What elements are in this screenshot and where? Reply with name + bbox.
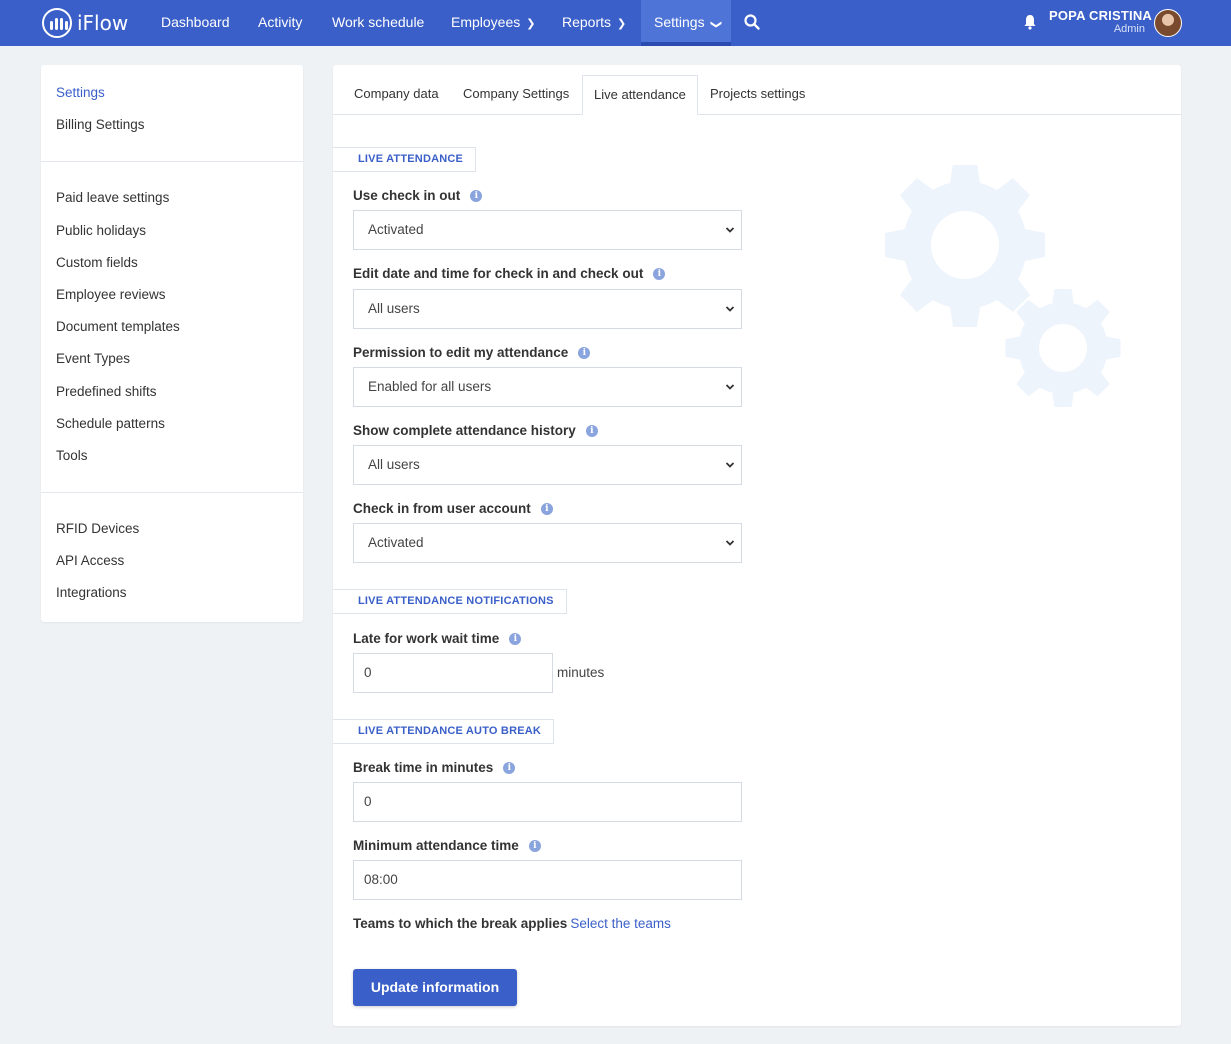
- sidebar-item-paid-leave[interactable]: Paid leave settings: [56, 190, 169, 205]
- bell-icon[interactable]: [1022, 13, 1038, 31]
- edit-date-time-select[interactable]: All users: [353, 289, 742, 329]
- late-wait-time-input[interactable]: 0: [353, 653, 553, 693]
- teams-break-label: Teams to which the break applies: [353, 916, 568, 931]
- section-live-attendance-auto-break: LIVE ATTENDANCE AUTO BREAK: [333, 719, 555, 744]
- sidebar-item-event-types[interactable]: Event Types: [56, 351, 130, 366]
- chevron-down-icon: [725, 306, 735, 312]
- late-wait-time-label: Late for work wait time: [353, 631, 500, 646]
- settings-panel: Company data Company Settings Live atten…: [333, 65, 1181, 1026]
- info-icon[interactable]: i: [470, 189, 483, 202]
- nav-employees[interactable]: Employees ❯: [451, 0, 535, 46]
- update-information-button[interactable]: Update information: [353, 969, 517, 1006]
- break-time-input[interactable]: 0: [353, 782, 742, 822]
- permission-edit-value: Enabled for all users: [368, 379, 492, 394]
- field-label-use-check-in-out: Use check in out i: [353, 188, 483, 203]
- field-label-permission-edit: Permission to edit my attendance i: [353, 345, 591, 360]
- edit-date-time-value: All users: [368, 301, 420, 316]
- field-label-show-history: Show complete attendance history i: [353, 423, 598, 438]
- tab-company-settings[interactable]: Company Settings: [452, 75, 580, 115]
- chevron-down-icon: ❯: [709, 19, 722, 30]
- sidebar-item-api-access[interactable]: API Access: [56, 553, 124, 568]
- chevron-down-icon: [725, 462, 735, 468]
- chevron-down-icon: [725, 227, 735, 233]
- nav-activity-label: Activity: [258, 14, 303, 30]
- avatar[interactable]: [1154, 9, 1182, 37]
- nav-reports-label: Reports: [562, 14, 612, 30]
- permission-edit-select[interactable]: Enabled for all users: [353, 367, 742, 407]
- chevron-down-icon: [725, 384, 735, 390]
- sidebar-item-billing-settings[interactable]: Billing Settings: [56, 117, 145, 132]
- edit-date-time-label: Edit date and time for check in and chec…: [353, 266, 644, 281]
- tab-projects-settings[interactable]: Projects settings: [699, 75, 816, 115]
- sidebar-item-rfid-devices[interactable]: RFID Devices: [56, 521, 139, 536]
- info-icon[interactable]: i: [540, 502, 553, 515]
- info-icon[interactable]: i: [509, 632, 522, 645]
- minutes-suffix: minutes: [557, 665, 605, 680]
- sidebar-item-settings[interactable]: Settings: [56, 85, 105, 100]
- check-in-user-account-value: Activated: [368, 535, 424, 550]
- info-icon[interactable]: i: [528, 839, 541, 852]
- section-live-attendance: LIVE ATTENDANCE: [333, 147, 477, 172]
- info-icon[interactable]: i: [653, 267, 666, 280]
- field-label-late-wait-time: Late for work wait time i: [353, 631, 522, 646]
- sidebar-item-public-holidays[interactable]: Public holidays: [56, 223, 146, 238]
- nav-settings[interactable]: Settings ❯: [641, 0, 731, 46]
- sidebar-item-schedule-patterns[interactable]: Schedule patterns: [56, 416, 165, 431]
- sidebar-item-predefined-shifts[interactable]: Predefined shifts: [56, 384, 157, 399]
- app-logo[interactable]: iFlow: [42, 8, 128, 38]
- break-time-label: Break time in minutes: [353, 760, 494, 775]
- chevron-down-icon: [725, 540, 735, 546]
- use-check-in-out-label: Use check in out: [353, 188, 461, 203]
- app-name: iFlow: [77, 11, 129, 35]
- min-attendance-input[interactable]: 08:00: [353, 860, 742, 900]
- field-label-break-time: Break time in minutes i: [353, 760, 516, 775]
- nav-work-schedule[interactable]: Work schedule: [332, 0, 424, 46]
- user-role: Admin: [1113, 23, 1145, 35]
- select-teams-link[interactable]: Select the teams: [570, 916, 671, 931]
- field-label-min-attendance: Minimum attendance time i: [353, 838, 541, 853]
- field-label-edit-date-time: Edit date and time for check in and chec…: [353, 266, 666, 281]
- sidebar-item-document-templates[interactable]: Document templates: [56, 319, 180, 334]
- use-check-in-out-value: Activated: [368, 222, 424, 237]
- show-history-value: All users: [368, 457, 420, 472]
- permission-edit-label: Permission to edit my attendance: [353, 345, 569, 360]
- show-history-select[interactable]: All users: [353, 445, 742, 485]
- info-icon[interactable]: i: [578, 346, 591, 359]
- tab-company-data[interactable]: Company data: [343, 75, 450, 115]
- sidebar-divider: [41, 161, 303, 162]
- nav-employees-label: Employees: [451, 14, 521, 30]
- show-history-label: Show complete attendance history: [353, 423, 576, 438]
- settings-sidebar: Settings Billing Settings Paid leave set…: [41, 65, 303, 622]
- nav-activity[interactable]: Activity: [258, 0, 302, 46]
- gears-illustration: [885, 165, 1121, 408]
- sidebar-item-tools[interactable]: Tools: [56, 448, 88, 463]
- nav-work-schedule-label: Work schedule: [332, 14, 425, 30]
- top-navbar: iFlow Dashboard Activity Work schedule E…: [0, 0, 1231, 46]
- section-live-attendance-notifications: LIVE ATTENDANCE NOTIFICATIONS: [333, 589, 567, 614]
- sidebar-item-custom-fields[interactable]: Custom fields: [56, 255, 138, 270]
- use-check-in-out-select[interactable]: Activated: [353, 210, 742, 250]
- sidebar-item-employee-reviews[interactable]: Employee reviews: [56, 287, 166, 302]
- min-attendance-label: Minimum attendance time: [353, 838, 519, 853]
- sidebar-item-integrations[interactable]: Integrations: [56, 585, 127, 600]
- teams-break-row: Teams to which the break applies Select t…: [353, 916, 671, 931]
- nav-dashboard-label: Dashboard: [161, 14, 230, 30]
- logo-icon: [42, 8, 72, 38]
- sidebar-divider: [41, 492, 303, 493]
- check-in-user-account-select[interactable]: Activated: [353, 523, 742, 563]
- info-icon[interactable]: i: [503, 761, 516, 774]
- info-icon[interactable]: i: [585, 424, 598, 437]
- field-label-check-in-user-account: Check in from user account i: [353, 501, 553, 516]
- check-in-user-account-label: Check in from user account: [353, 501, 531, 516]
- search-icon[interactable]: [743, 13, 761, 31]
- nav-dashboard[interactable]: Dashboard: [161, 0, 230, 46]
- nav-reports[interactable]: Reports ❯: [562, 0, 626, 46]
- chevron-right-icon: ❯: [617, 18, 627, 30]
- chevron-right-icon: ❯: [526, 18, 536, 30]
- user-name[interactable]: POPA CRISTINA: [1049, 8, 1152, 23]
- tab-live-attendance[interactable]: Live attendance: [582, 75, 698, 115]
